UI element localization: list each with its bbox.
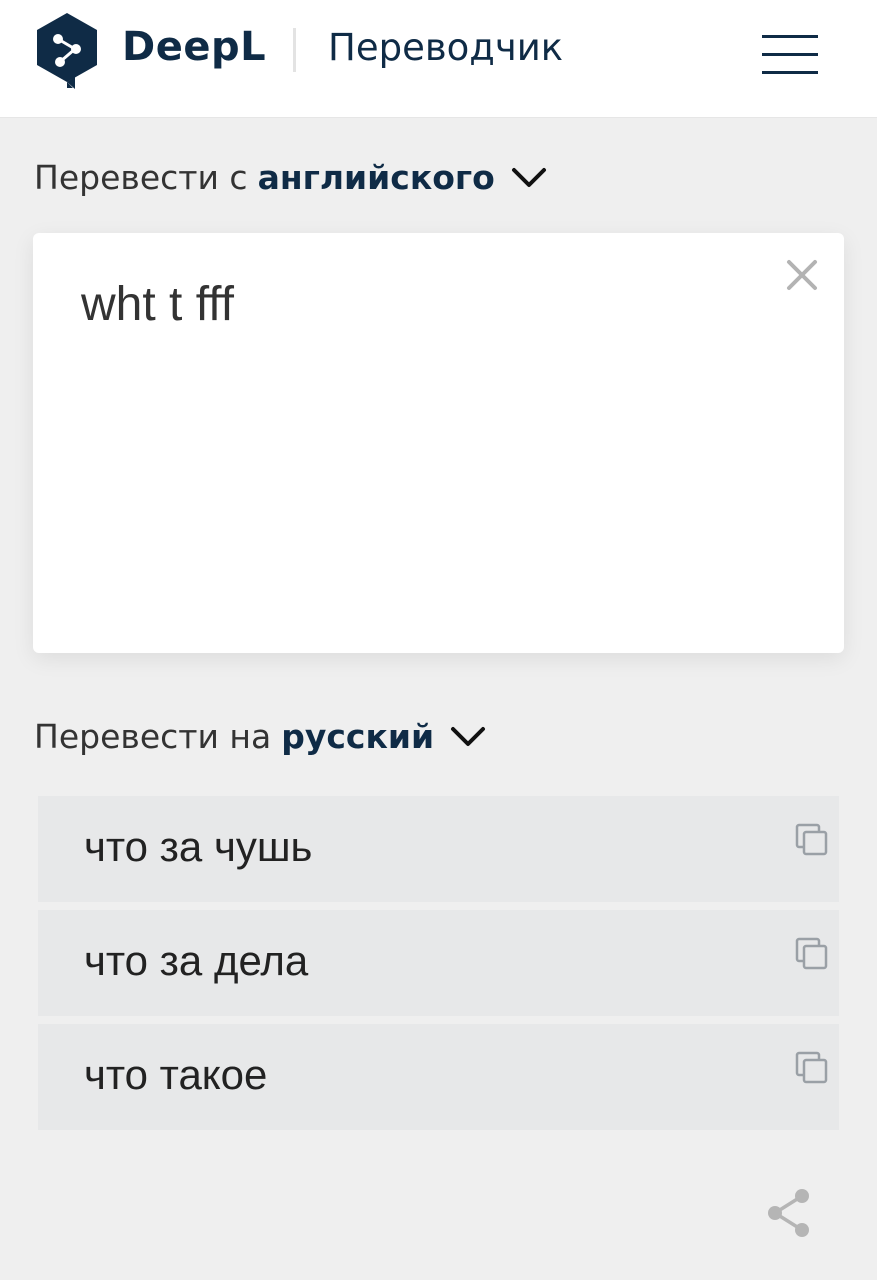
translation-text: что за дела (84, 937, 309, 984)
page-subtitle: Переводчик (328, 26, 564, 69)
deepl-logo-icon[interactable] (33, 11, 101, 89)
copy-icon[interactable] (794, 1050, 830, 1086)
translation-text: что такое (84, 1051, 268, 1098)
target-language-label: Перевести на (34, 717, 272, 756)
target-language-selector[interactable]: русский (281, 717, 434, 756)
chevron-down-icon[interactable] (450, 726, 486, 748)
translation-alternative[interactable]: что за дела (38, 910, 839, 1016)
translation-alternative[interactable]: что за чушь (38, 796, 839, 902)
chevron-down-icon[interactable] (511, 167, 547, 189)
header-divider (293, 28, 296, 72)
translation-text: что за чушь (84, 823, 313, 870)
target-language-row: Перевести на русский (34, 717, 486, 756)
source-text-input[interactable]: wht t fff (81, 277, 761, 332)
app-header: DeepL Переводчик (0, 0, 877, 118)
copy-icon[interactable] (794, 936, 830, 972)
source-language-row: Перевести с английского (34, 158, 547, 197)
translation-alternative[interactable]: что такое (38, 1024, 839, 1130)
close-icon[interactable] (785, 258, 819, 292)
hamburger-menu-icon[interactable] (760, 33, 822, 77)
share-icon[interactable] (764, 1187, 814, 1239)
source-language-selector[interactable]: английского (258, 158, 495, 197)
source-text-card: wht t fff (33, 233, 844, 653)
brand-name: DeepL (122, 24, 267, 70)
source-language-label: Перевести с (34, 158, 248, 197)
copy-icon[interactable] (794, 822, 830, 858)
